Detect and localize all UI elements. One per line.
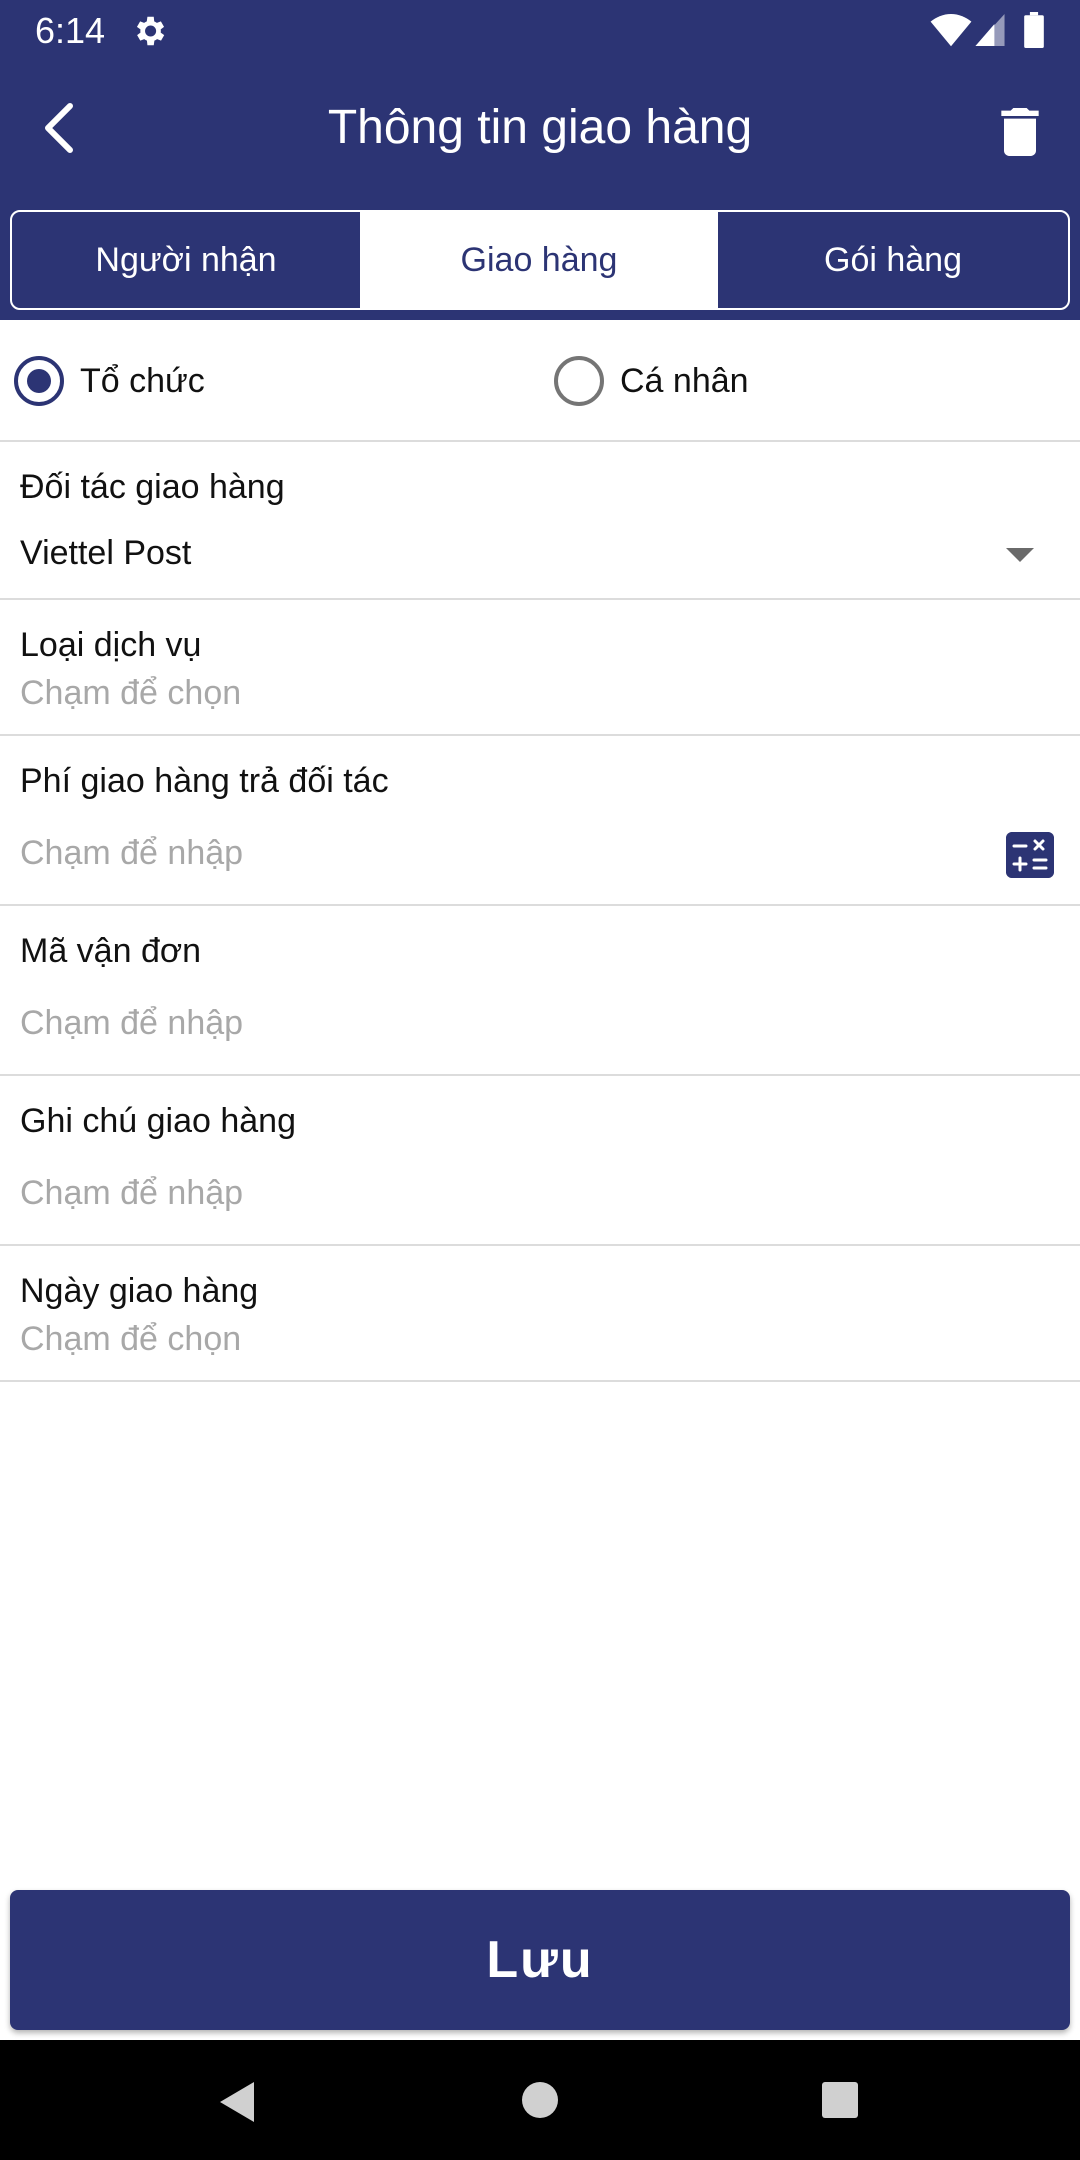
- field-label: Loại dịch vụ: [20, 626, 202, 664]
- tracking-code-field[interactable]: Mã vận đơn Chạm để nhập: [0, 906, 1080, 1076]
- service-type-field[interactable]: Loại dịch vụ Chạm để chọn: [0, 600, 1080, 736]
- calculator-icon[interactable]: [1006, 832, 1054, 878]
- tab-package[interactable]: Gói hàng: [718, 212, 1068, 308]
- tab-bar-container: Người nhận Giao hàng Gói hàng: [0, 210, 1080, 320]
- tab-bar: Người nhận Giao hàng Gói hàng: [10, 210, 1070, 310]
- nav-back-icon[interactable]: [220, 2082, 254, 2122]
- system-nav-bar: [0, 2040, 1080, 2160]
- tab-delivery[interactable]: Giao hàng: [360, 212, 718, 308]
- radio-checked-icon: [14, 356, 64, 406]
- field-label: Đối tác giao hàng: [20, 468, 285, 506]
- field-label: Ghi chú giao hàng: [20, 1102, 296, 1140]
- radio-organization[interactable]: Tổ chức: [14, 355, 205, 407]
- field-placeholder: Chạm để nhập: [20, 1004, 244, 1042]
- radio-unchecked-icon: [554, 356, 604, 406]
- radio-label: Tổ chức: [80, 361, 205, 400]
- status-time: 6:14: [35, 10, 106, 51]
- recipient-type-group: Tổ chức Cá nhân: [0, 320, 1080, 442]
- save-button[interactable]: Lưu: [10, 1890, 1070, 2030]
- chevron-left-icon[interactable]: [30, 98, 90, 158]
- nav-recents-icon[interactable]: [822, 2082, 858, 2118]
- radio-individual[interactable]: Cá nhân: [554, 355, 749, 407]
- battery-icon: [1024, 12, 1044, 48]
- partner-value: Viettel Post: [20, 534, 192, 572]
- field-placeholder: Chạm để chọn: [20, 674, 242, 712]
- field-label: Ngày giao hàng: [20, 1272, 259, 1310]
- nav-home-icon[interactable]: [522, 2082, 558, 2118]
- partner-dropdown[interactable]: Đối tác giao hàng Viettel Post: [0, 442, 1080, 600]
- app-bar: Thông tin giao hàng: [0, 62, 1080, 210]
- status-bar: 6:14: [0, 0, 1080, 62]
- page-title: Thông tin giao hàng: [327, 101, 753, 154]
- shipping-fee-field[interactable]: Phí giao hàng trả đối tác Chạm để nhập: [0, 736, 1080, 906]
- delivery-note-field[interactable]: Ghi chú giao hàng Chạm để nhập: [0, 1076, 1080, 1246]
- field-placeholder: Chạm để nhập: [20, 834, 244, 872]
- field-placeholder: Chạm để nhập: [20, 1174, 244, 1212]
- trash-icon[interactable]: [988, 100, 1052, 164]
- field-label: Phí giao hàng trả đối tác: [20, 762, 389, 800]
- tab-recipient[interactable]: Người nhận: [12, 212, 360, 308]
- delivery-date-field[interactable]: Ngày giao hàng Chạm để chọn: [0, 1246, 1080, 1382]
- field-label: Mã vận đơn: [20, 932, 202, 970]
- wifi-icon: [930, 14, 972, 47]
- gear-icon: [136, 16, 165, 46]
- dropdown-arrow-icon: [1006, 548, 1034, 562]
- radio-label: Cá nhân: [620, 361, 749, 400]
- field-placeholder: Chạm để chọn: [20, 1320, 242, 1358]
- signal-icon: [975, 14, 1005, 46]
